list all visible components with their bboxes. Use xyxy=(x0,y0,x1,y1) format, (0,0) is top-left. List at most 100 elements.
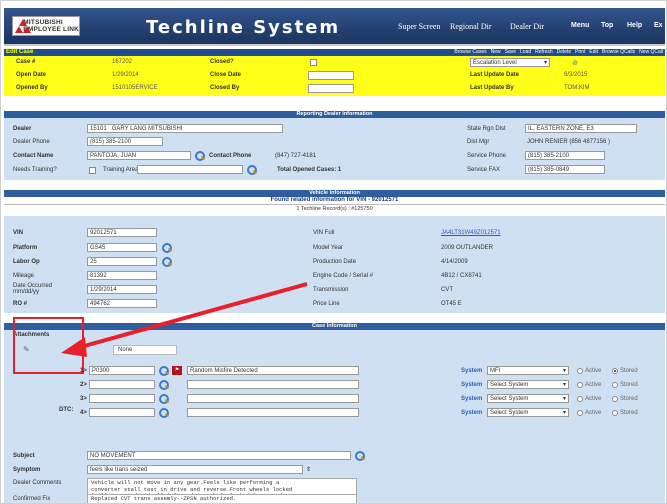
transmission-label: Transmission xyxy=(313,287,349,293)
dtc-description-input[interactable]: Random Misfire Detected xyxy=(187,366,359,375)
symptom-dropdown-icon[interactable]: ⇕ xyxy=(306,466,311,473)
vin-full-link[interactable]: JA4LT31W49Z012571 xyxy=(441,230,501,236)
dtc-flag-icon[interactable]: ⚑ xyxy=(172,366,182,375)
stored-radio[interactable] xyxy=(612,396,618,402)
dealer-phone-label: Dealer Phone xyxy=(13,139,50,145)
open-date-value: 1/29/2014 xyxy=(112,72,139,78)
system-label: System xyxy=(461,368,483,374)
mitsubishi-logo: MITSUBISHI EMPLOYEE LINK xyxy=(12,16,80,36)
state-region-input[interactable]: IL, EASTERN ZONE, E3 xyxy=(525,124,637,133)
dtc-description-input[interactable] xyxy=(187,408,359,417)
ro-number-input[interactable]: 494762 xyxy=(87,299,157,308)
labor-op-search-icon[interactable] xyxy=(162,257,172,267)
mileage-input[interactable]: 81392 xyxy=(87,271,157,280)
service-fax-input[interactable]: (815) 385-0849 xyxy=(525,165,605,174)
nav-dealer-dir[interactable]: Dealer Dir xyxy=(510,22,544,31)
system-select[interactable]: Select System xyxy=(487,408,569,417)
delete-link[interactable]: Delete xyxy=(557,49,571,55)
open-date-label: Open Date xyxy=(16,72,47,78)
needs-training-label: Needs Training? xyxy=(13,167,57,173)
case-status-panel: Case # 167202 Open Date 1/29/2014 Opened… xyxy=(4,56,665,96)
engine-code-value: 4B12 / CX8741 xyxy=(441,273,482,279)
dtc-description-input[interactable] xyxy=(187,380,359,389)
stored-radio[interactable] xyxy=(612,410,618,416)
save-link[interactable]: Save xyxy=(505,49,516,55)
platform-search-icon[interactable] xyxy=(162,243,172,253)
confirmed-fix-textarea[interactable]: Replaced CVT trans assemly--ZPSN authori… xyxy=(87,494,357,503)
browse-cases-link[interactable]: Browse Cases xyxy=(454,49,486,55)
date-occurred-input[interactable]: 1/29/2014 xyxy=(87,285,157,294)
dtc-search-icon[interactable] xyxy=(159,394,169,404)
escalation-level-select[interactable]: Escalation Level xyxy=(470,58,550,67)
dtc-description-input[interactable] xyxy=(187,394,359,403)
nav-top[interactable]: Top xyxy=(601,22,613,29)
attachments-none: None xyxy=(113,345,177,355)
nav-regional-dir[interactable]: Regional Dir xyxy=(450,22,492,31)
confirmed-fix-label: Confirmed Fix xyxy=(13,496,51,502)
stored-radio[interactable] xyxy=(612,368,618,374)
dtc-search-icon[interactable] xyxy=(159,380,169,390)
closed-checkbox[interactable] xyxy=(310,59,317,66)
load-link[interactable]: Load xyxy=(520,49,531,55)
labor-op-input[interactable]: 25 xyxy=(87,257,157,266)
district-manager-label: Dist Mgr xyxy=(467,139,490,145)
stored-label: Stored xyxy=(620,382,638,388)
contact-phone-label: Contact Phone xyxy=(209,153,252,159)
vin-input[interactable]: 92012571 xyxy=(87,228,157,237)
active-radio[interactable] xyxy=(577,396,583,402)
dtc-code-input[interactable] xyxy=(89,394,155,403)
needs-training-checkbox[interactable] xyxy=(89,167,96,174)
new-link[interactable]: New xyxy=(491,49,501,55)
dealer-phone-input[interactable]: (815) 385-2100 xyxy=(87,137,163,146)
dealer-field[interactable]: 15101 GARY LANG MITSUBISHI xyxy=(87,124,283,133)
contact-name-input[interactable]: PANTOJA, JUAN xyxy=(87,151,191,160)
active-radio[interactable] xyxy=(577,368,583,374)
platform-input[interactable]: GS45 xyxy=(87,243,157,252)
subject-input[interactable]: NO MOVEMENT xyxy=(87,451,351,460)
close-date-input[interactable] xyxy=(308,71,354,80)
training-area-input[interactable] xyxy=(137,165,243,174)
reporting-dealer-header: Reporting Dealer Information xyxy=(4,111,665,118)
logo-text: MITSUBISHI EMPLOYEE LINK xyxy=(23,19,79,33)
training-area-search-icon[interactable] xyxy=(247,165,257,175)
refresh-link[interactable]: Refresh xyxy=(535,49,553,55)
service-phone-input[interactable]: (815) 385-2100 xyxy=(525,151,605,160)
nav-exit[interactable]: Ex xyxy=(654,22,663,29)
new-qcall-link[interactable]: New QCall xyxy=(639,49,663,55)
app-header: MITSUBISHI EMPLOYEE LINK Techline System… xyxy=(4,8,665,46)
dealer-comments-label: Dealer Comments xyxy=(13,480,62,486)
system-select[interactable]: MFI xyxy=(487,366,569,375)
system-select[interactable]: Select System xyxy=(487,380,569,389)
active-label: Active xyxy=(585,368,602,374)
last-update-by-label: Last Update By xyxy=(470,85,514,91)
dtc-code-input[interactable] xyxy=(89,380,155,389)
contact-lookup-search-icon[interactable] xyxy=(195,151,205,161)
production-date-label: Production Date xyxy=(313,259,357,265)
system-label: System xyxy=(461,410,483,416)
techline-records: 1 Techline Record(s) : #125750 xyxy=(4,206,665,214)
vin-found-message: Found related information for VIN - 9201… xyxy=(4,197,665,205)
app-title: Techline System xyxy=(146,17,341,38)
nav-super-screen[interactable]: Super Screen xyxy=(398,22,440,31)
subject-search-icon[interactable] xyxy=(355,451,365,461)
stored-radio[interactable] xyxy=(612,382,618,388)
active-radio[interactable] xyxy=(577,382,583,388)
closed-by-input[interactable] xyxy=(308,84,354,93)
service-fax-label: Service FAX xyxy=(467,167,501,173)
print-link[interactable]: Print xyxy=(575,49,585,55)
symptom-input[interactable]: feels like trans seized xyxy=(87,465,303,474)
dtc-search-icon[interactable] xyxy=(159,366,169,376)
nav-menu[interactable]: Menu xyxy=(571,22,589,29)
dtc-search-icon[interactable] xyxy=(159,408,169,418)
browse-qcalls-link[interactable]: Browse QCalls xyxy=(602,49,635,55)
active-radio[interactable] xyxy=(577,410,583,416)
dtc-code-input[interactable]: P0300 xyxy=(89,366,155,375)
system-select[interactable]: Select System xyxy=(487,394,569,403)
nav-help[interactable]: Help xyxy=(627,22,642,29)
model-year-label: Model Year xyxy=(313,245,344,251)
edit-link[interactable]: Edit xyxy=(589,49,598,55)
case-number-label: Case # xyxy=(16,59,36,65)
dtc-code-input[interactable] xyxy=(89,408,155,417)
system-label: System xyxy=(461,396,483,402)
active-label: Active xyxy=(585,396,602,402)
